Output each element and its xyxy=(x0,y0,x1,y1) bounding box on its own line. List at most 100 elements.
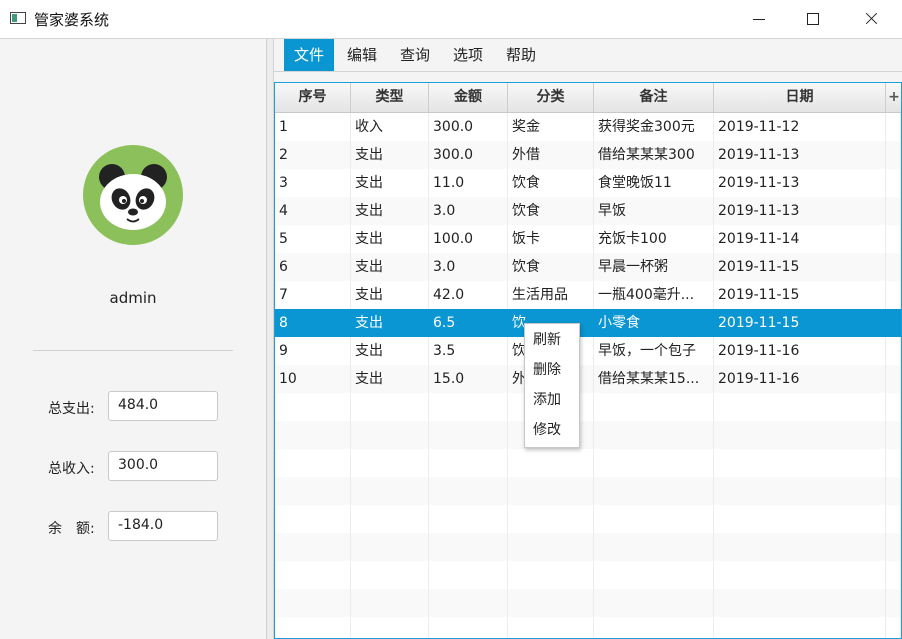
table-cell: 3.0 xyxy=(429,253,508,281)
table-cell xyxy=(886,449,901,477)
table-cell xyxy=(275,449,351,477)
table-cell: 借给某某某15... xyxy=(594,365,714,393)
table-row[interactable]: 5 支出 100.0 饭卡 充饭卡100 2019-11-14 xyxy=(275,225,901,253)
table-cell: 3.5 xyxy=(429,337,508,365)
table-cell xyxy=(714,477,886,505)
context-edit[interactable]: 修改 xyxy=(525,415,579,445)
table-cell xyxy=(429,449,508,477)
menu-help[interactable]: 帮助 xyxy=(496,39,546,71)
table-cell xyxy=(594,505,714,533)
table-cell: 支出 xyxy=(351,169,429,197)
table-cell xyxy=(594,533,714,561)
split-pane-divider[interactable] xyxy=(267,39,274,639)
table-cell xyxy=(508,449,594,477)
table-cell xyxy=(275,617,351,638)
menu-edit[interactable]: 编辑 xyxy=(337,39,387,71)
table-cell xyxy=(508,477,594,505)
context-refresh[interactable]: 刷新 xyxy=(525,325,579,355)
total-expense-field[interactable]: 484.0 xyxy=(108,391,218,421)
table-cell xyxy=(351,533,429,561)
table-cell: 2019-11-14 xyxy=(714,225,886,253)
table-row[interactable]: 3 支出 11.0 饮食 食堂晚饭11 2019-11-13 xyxy=(275,169,901,197)
table-cell: 外借 xyxy=(508,141,594,169)
table-cell: 6 xyxy=(275,253,351,281)
left-pane: admin 总支出: 484.0 总收入: 300.0 余 额: -184.0 xyxy=(0,39,267,639)
table-cell xyxy=(429,421,508,449)
table-cell xyxy=(886,617,901,638)
table-row[interactable]: 1 收入 300.0 奖金 获得奖金300元 2019-11-12 xyxy=(275,113,901,141)
table-cell: 小零食 xyxy=(594,309,714,337)
table-row[interactable]: 9 支出 3.5 饮早饭，一个包子 2019-11-16 xyxy=(275,337,901,365)
table-row[interactable]: 4 支出 3.0 饮食 早饭 2019-11-13 xyxy=(275,197,901,225)
table-cell xyxy=(886,477,901,505)
table-cell: 6.5 xyxy=(429,309,508,337)
table-cell xyxy=(351,589,429,617)
table-cell: 充饭卡100 xyxy=(594,225,714,253)
table-cell xyxy=(508,505,594,533)
menu-file[interactable]: 文件 xyxy=(284,39,335,71)
table-cell xyxy=(714,533,886,561)
table-cell xyxy=(508,617,594,638)
table-cell xyxy=(886,197,901,225)
empty-table-row xyxy=(275,393,901,421)
table-cell xyxy=(275,561,351,589)
table-cell xyxy=(594,421,714,449)
table-cell: 支出 xyxy=(351,141,429,169)
table-cell xyxy=(351,617,429,638)
table-cell xyxy=(508,589,594,617)
table-row[interactable]: 7 支出 42.0 生活用品 一瓶400毫升... 2019-11-15 xyxy=(275,281,901,309)
maximize-icon[interactable] xyxy=(790,0,836,38)
context-add[interactable]: 添加 xyxy=(525,385,579,415)
table-cell: 1 xyxy=(275,113,351,141)
table-cell xyxy=(429,561,508,589)
table-cell xyxy=(714,589,886,617)
column-header-index[interactable]: 序号 xyxy=(275,83,351,112)
balance-field[interactable]: -184.0 xyxy=(108,511,218,541)
table-row[interactable]: 6 支出 3.0 饮食 早晨一杯粥 2019-11-15 xyxy=(275,253,901,281)
table-cell: 支出 xyxy=(351,197,429,225)
table-cell xyxy=(886,561,901,589)
table-cell xyxy=(886,365,901,393)
balance-label: 余 额: xyxy=(48,521,95,537)
table-row[interactable]: 10 支出 15.0 外借给某某某15... 2019-11-16 xyxy=(275,365,901,393)
table-cell xyxy=(429,505,508,533)
total-expense-label: 总支出: xyxy=(48,401,95,417)
table-cell: 支出 xyxy=(351,281,429,309)
table-cell: 15.0 xyxy=(429,365,508,393)
close-icon[interactable] xyxy=(848,0,894,38)
table-cell xyxy=(429,617,508,638)
table-cell xyxy=(714,617,886,638)
table-cell: 9 xyxy=(275,337,351,365)
total-income-field[interactable]: 300.0 xyxy=(108,451,218,481)
menu-options[interactable]: 选项 xyxy=(443,39,493,71)
table-cell xyxy=(429,533,508,561)
table-cell xyxy=(714,449,886,477)
table-cell: 8 xyxy=(275,309,351,337)
column-header-note[interactable]: 备注 xyxy=(594,83,714,112)
table-cell xyxy=(594,617,714,638)
table-cell xyxy=(351,477,429,505)
menu-query[interactable]: 查询 xyxy=(390,39,440,71)
table-cell xyxy=(886,281,901,309)
table-cell xyxy=(594,393,714,421)
table-cell: 一瓶400毫升... xyxy=(594,281,714,309)
table-row[interactable]: 8 支出 6.5 饮小零食 2019-11-15 xyxy=(275,309,901,337)
table-cell xyxy=(886,113,901,141)
table-cell: 奖金 xyxy=(508,113,594,141)
table-cell xyxy=(714,421,886,449)
context-delete[interactable]: 删除 xyxy=(525,355,579,385)
table-cell xyxy=(594,449,714,477)
column-header-type[interactable]: 类型 xyxy=(351,83,429,112)
table-cell xyxy=(886,309,901,337)
minimize-icon[interactable] xyxy=(736,0,782,38)
column-plus-icon[interactable]: + xyxy=(886,83,901,112)
empty-table-row xyxy=(275,561,901,589)
table-row[interactable]: 2 支出 300.0 外借 借给某某某300 2019-11-13 xyxy=(275,141,901,169)
column-header-category[interactable]: 分类 xyxy=(508,83,594,112)
column-header-amount[interactable]: 金额 xyxy=(429,83,508,112)
table-cell: 饮食 xyxy=(508,169,594,197)
column-header-date[interactable]: 日期 xyxy=(714,83,886,112)
table-cell xyxy=(429,393,508,421)
table-cell: 2019-11-13 xyxy=(714,169,886,197)
table-cell xyxy=(351,421,429,449)
